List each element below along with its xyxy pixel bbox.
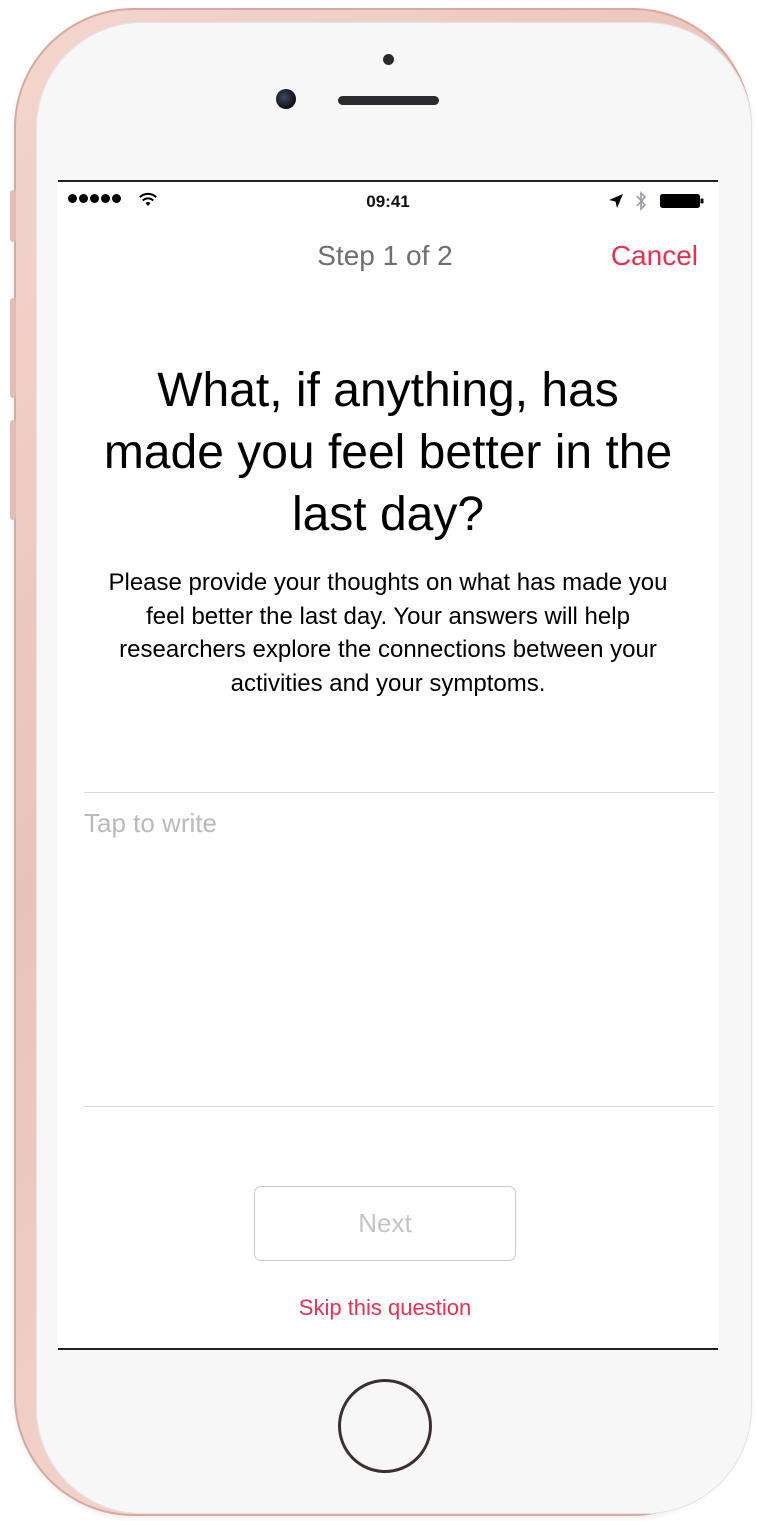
device-mockup: 09:41 Step 1 of 2 Cancel What, if anythi… — [0, 0, 758, 1521]
divider — [84, 1106, 714, 1107]
front-camera — [276, 89, 296, 109]
next-button[interactable]: Next — [254, 1186, 516, 1261]
home-button[interactable] — [338, 1379, 432, 1473]
answer-text-input[interactable] — [84, 794, 714, 1106]
question-description: Please provide your thoughts on what has… — [108, 569, 668, 697]
proximity-sensor — [383, 54, 394, 65]
question-title: What, if anything, has made you feel bet… — [103, 364, 673, 541]
navigation-bar: Step 1 of 2 Cancel — [58, 238, 718, 278]
status-bar: 09:41 — [58, 182, 718, 222]
skip-question-link[interactable]: Skip this question — [58, 1295, 712, 1321]
location-arrow-icon — [609, 194, 623, 208]
bluetooth-icon — [636, 191, 647, 211]
earpiece-speaker — [338, 96, 439, 105]
divider — [84, 792, 714, 793]
battery-icon — [660, 194, 704, 208]
screen: 09:41 Step 1 of 2 Cancel What, if anythi… — [58, 180, 718, 1350]
cancel-button[interactable]: Cancel — [611, 240, 698, 272]
